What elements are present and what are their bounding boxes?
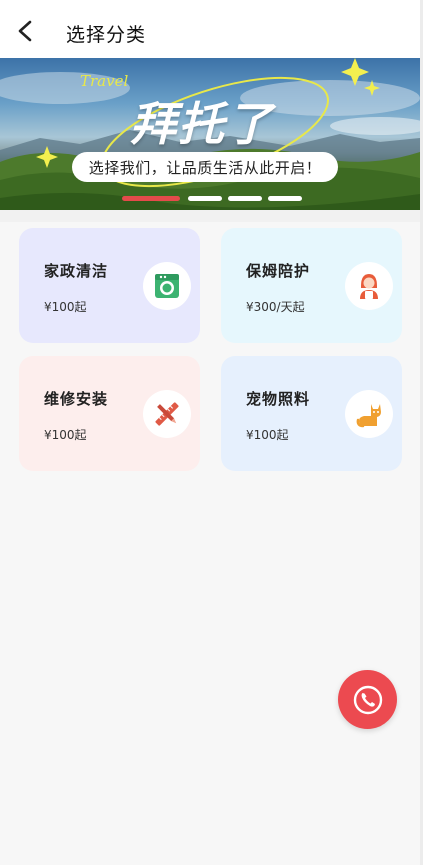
tools-icon — [155, 402, 179, 426]
banner-tagline: 选择我们，让品质生活从此开启！ — [72, 152, 338, 182]
service-name: 维修安装 — [44, 390, 109, 408]
service-icon-badge — [143, 262, 191, 310]
service-name: 保姆陪护 — [246, 262, 311, 280]
promo-banner[interactable]: Travel 拜托了 选择我们，让品质生活从此开启！ — [0, 58, 420, 210]
service-card-repair[interactable]: 维修安装 ¥100起 — [19, 356, 200, 471]
carousel-dot[interactable] — [268, 196, 302, 201]
chevron-left-icon — [18, 20, 32, 42]
service-icon-badge — [345, 390, 393, 438]
nanny-icon — [360, 274, 378, 299]
service-price: ¥100起 — [246, 428, 289, 442]
service-name: 宠物照料 — [246, 390, 311, 408]
svg-text:Travel: Travel — [80, 72, 128, 90]
banner-headline: 拜托了 — [130, 97, 274, 151]
cat-icon — [356, 404, 381, 428]
service-price: ¥300/天起 — [246, 300, 305, 314]
page-title: 选择分类 — [66, 24, 147, 46]
carousel-dot[interactable] — [188, 196, 222, 201]
call-button[interactable] — [338, 670, 397, 729]
service-icon-badge — [345, 262, 393, 310]
carousel-dot[interactable] — [228, 196, 262, 201]
service-card-nanny[interactable]: 保姆陪护 ¥300/天起 — [221, 228, 402, 343]
service-card-cleaning[interactable]: 家政清洁 ¥100起 — [19, 228, 200, 343]
washing-machine-icon — [155, 274, 179, 298]
carousel-dot-active[interactable] — [122, 196, 180, 201]
service-icon-badge — [143, 390, 191, 438]
phone-icon — [353, 685, 382, 714]
service-card-pet[interactable]: 宠物照料 ¥100起 — [221, 356, 402, 471]
travel-script-text: Travel — [80, 72, 128, 90]
divider-band — [0, 210, 420, 222]
back-button[interactable] — [12, 17, 40, 45]
service-name: 家政清洁 — [44, 262, 109, 280]
service-price: ¥100起 — [44, 300, 87, 314]
service-price: ¥100起 — [44, 428, 87, 442]
header-bar: 选择分类 — [0, 0, 423, 58]
